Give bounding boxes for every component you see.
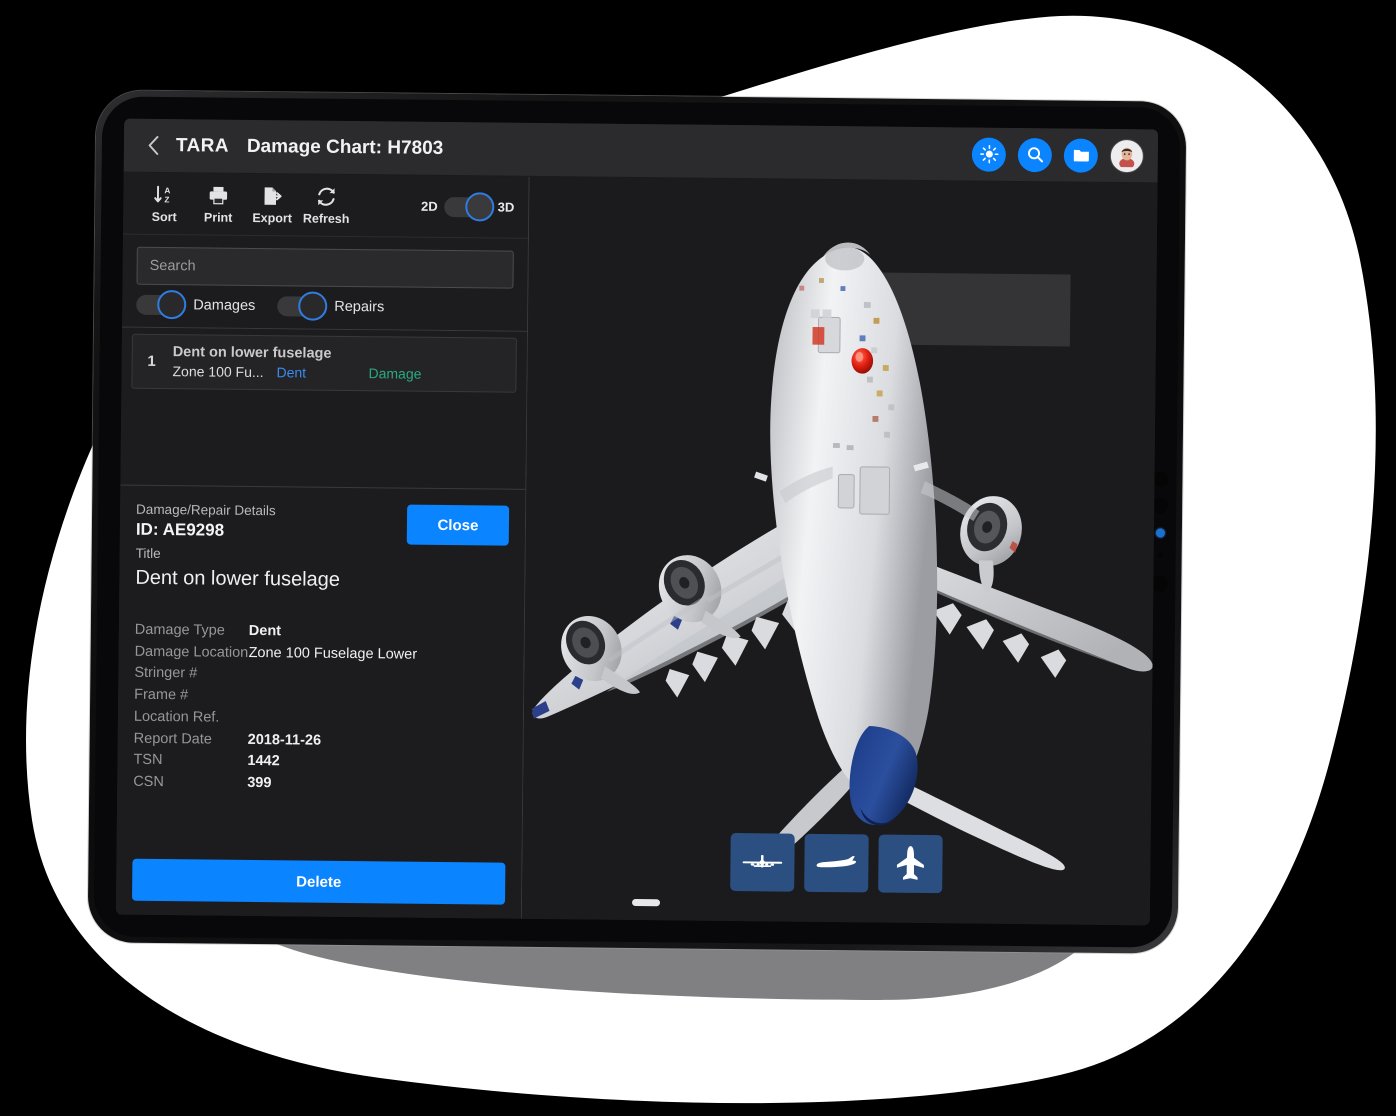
page-title: Damage Chart: H7803 [246, 135, 444, 159]
refresh-icon [315, 185, 337, 209]
row-index: 1 [147, 352, 156, 370]
microphone-icon [1157, 552, 1163, 558]
view-buttons [730, 832, 943, 894]
side-view-button[interactable] [804, 833, 869, 893]
chevron-left-icon [148, 136, 158, 155]
screen: TARA Damage Chart: H7803 A Z Sort Print … [115, 118, 1159, 926]
camera-lens-icon [1152, 497, 1169, 514]
repairs-switch-knob[interactable] [298, 291, 328, 321]
field-value: 399 [247, 774, 272, 792]
export-button[interactable]: Export [245, 184, 299, 226]
row-type: Dent [276, 364, 307, 381]
user-avatar[interactable] [1109, 138, 1145, 173]
table-row[interactable]: 1 Dent on lower fuselage Zone 100 Fu... … [131, 333, 517, 393]
sort-label: Sort [151, 209, 177, 225]
print-label: Print [203, 210, 233, 225]
refresh-label: Refresh [302, 211, 350, 226]
print-button[interactable]: Print [191, 183, 245, 225]
aircraft-side-icon [816, 856, 857, 868]
close-button[interactable]: Close [406, 504, 510, 546]
damages-switch-track[interactable] [136, 289, 187, 320]
front-view-button[interactable] [730, 832, 795, 892]
camera-sensor-icon [1153, 471, 1169, 487]
filter-repairs[interactable]: Repairs [277, 291, 385, 321]
aircraft-front-icon [742, 854, 783, 868]
toolbar: A Z Sort Print Export Refresh 2D 3D [122, 172, 529, 239]
delete-button[interactable]: Delete [132, 858, 506, 905]
sort-az-icon: A Z [153, 183, 175, 207]
damage-list[interactable]: 1 Dent on lower fuselage Zone 100 Fu... … [120, 327, 527, 489]
toggle-label-3d: 3D [497, 199, 515, 215]
top-view-button[interactable] [878, 834, 943, 894]
dimension-toggle[interactable]: 2D 3D [420, 191, 515, 221]
back-button[interactable] [140, 132, 166, 158]
sort-button[interactable]: A Z Sort [137, 183, 191, 225]
row-title: Dent on lower fuselage [172, 344, 332, 362]
filter-row: Damages Repairs [122, 289, 528, 332]
details-caption: Damage/Repair Details [136, 501, 276, 519]
repairs-switch-track[interactable] [277, 291, 328, 321]
aircraft-top-icon [896, 846, 924, 880]
damages-switch-knob[interactable] [157, 289, 187, 320]
camera-lens-secondary-icon [1151, 575, 1168, 592]
row-category: Damage [368, 365, 422, 382]
details-id: ID: AE9298 [135, 519, 225, 540]
folder-icon [1073, 149, 1089, 162]
dimension-switch-knob[interactable] [465, 191, 495, 221]
avatar-photo-icon [1119, 147, 1135, 168]
export-document-icon [261, 184, 283, 208]
details-fields: Damage Type Dent Damage Location Zone 10… [133, 620, 508, 798]
dimension-switch-track[interactable] [444, 191, 495, 221]
field-key: Stringer # [134, 665, 198, 682]
field-key: CSN [133, 773, 164, 790]
folder-button[interactable] [1063, 137, 1099, 173]
damages-label: Damages [193, 297, 256, 314]
field-value: Dent [248, 622, 282, 640]
row-subtitle: Zone 100 Fu... Dent Damage [172, 363, 503, 382]
refresh-button[interactable]: Refresh [299, 184, 353, 226]
brightness-button[interactable] [971, 136, 1007, 172]
stage: TARA Damage Chart: H7803 A Z Sort Print … [0, 0, 1396, 1116]
field-value: Zone 100 Fuselage Lower [248, 644, 418, 663]
home-indicator [631, 898, 661, 907]
field-value: 2018-11-26 [247, 731, 322, 749]
details-spacer [132, 793, 506, 862]
search-wrap [122, 235, 528, 299]
app-brand: TARA [175, 134, 229, 157]
details-title: Dent on lower fuselage [135, 566, 341, 591]
row-zone: Zone 100 Fu... [172, 363, 264, 381]
field-value: 1442 [247, 753, 280, 770]
aircraft-3d-model[interactable] [522, 177, 1158, 910]
tablet-bezel: TARA Damage Chart: H7803 A Z Sort Print … [93, 96, 1181, 948]
header-spacer [443, 148, 960, 153]
field-key: Damage Type [134, 621, 225, 639]
row-main: Dent on lower fuselage Zone 100 Fu... De… [172, 344, 503, 382]
details-panel: Damage/Repair Details ID: AE9298 Title C… [115, 484, 526, 919]
search-icon [1027, 147, 1043, 163]
search-input[interactable] [136, 246, 514, 289]
left-panel: A Z Sort Print Export Refresh 2D 3D Sear… [115, 172, 530, 919]
body-split: A Z Sort Print Export Refresh 2D 3D Sear… [115, 172, 1158, 926]
filter-damages[interactable]: Damages [136, 289, 256, 320]
export-label: Export [252, 210, 293, 226]
tablet-device: TARA Damage Chart: H7803 A Z Sort Print … [87, 90, 1187, 954]
toggle-label-2d: 2D [420, 198, 438, 214]
details-header: Damage/Repair Details ID: AE9298 Title C… [136, 502, 510, 565]
details-header-text: Damage/Repair Details ID: AE9298 Title [136, 502, 408, 564]
status-led-icon [1155, 528, 1165, 538]
printer-icon [207, 183, 229, 207]
field-key: Report Date [133, 730, 212, 748]
search-button[interactable] [1017, 137, 1053, 172]
repairs-label: Repairs [334, 298, 385, 316]
field-key: Frame # [134, 686, 189, 704]
svg-text:Z: Z [164, 195, 169, 204]
field-key: Damage Location [134, 643, 249, 661]
svg-text:A: A [164, 186, 170, 195]
title-label: Title [135, 545, 161, 562]
field-key: Location Ref. [133, 708, 220, 726]
field-key: TSN [133, 751, 163, 769]
brightness-icon [979, 144, 999, 164]
model-viewport[interactable] [521, 176, 1158, 926]
